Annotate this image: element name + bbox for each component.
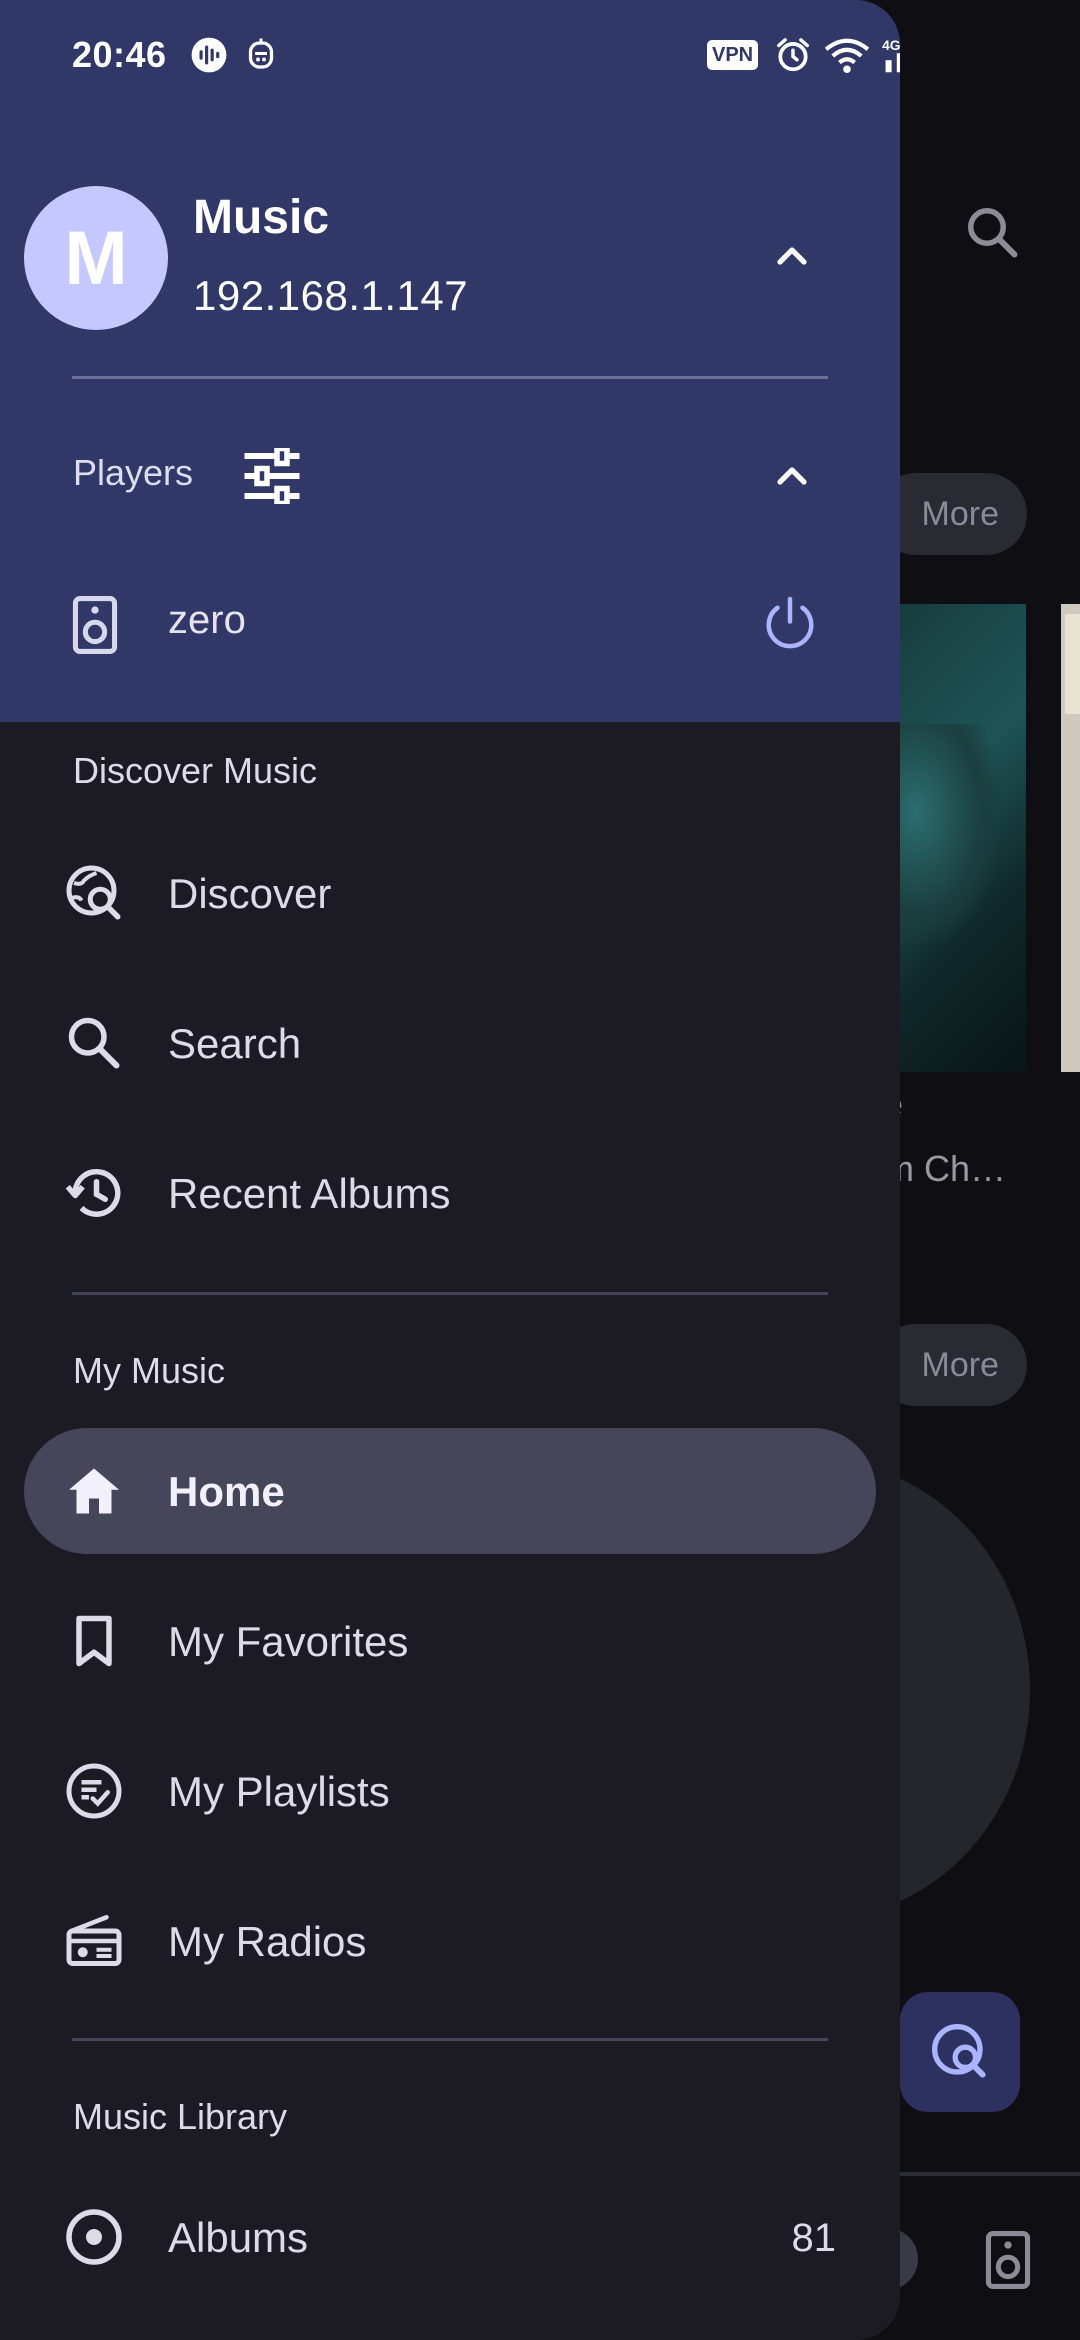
navigation-drawer: 20:46 VPN 4G M Music 192.168.1.147 Playe… — [0, 0, 900, 2340]
speaker-icon — [72, 596, 118, 654]
home-icon — [69, 1468, 119, 1514]
nav-label: My Favorites — [168, 1618, 409, 1665]
drawer-header: 20:46 VPN 4G M Music 192.168.1.147 Playe… — [0, 0, 900, 722]
svg-text:4G: 4G — [882, 37, 900, 53]
nav-item-recent-albums[interactable]: Recent Albums — [24, 1130, 876, 1256]
nav-item-albums[interactable]: Albums 81 — [24, 2174, 876, 2300]
vpn-badge: VPN — [707, 40, 759, 70]
divider — [72, 376, 828, 379]
nav-label: My Playlists — [168, 1768, 390, 1815]
search-icon[interactable] — [962, 202, 1022, 262]
equalizer-settings-icon[interactable] — [242, 448, 302, 504]
status-time: 20:46 — [72, 34, 167, 75]
nav-item-my-playlists[interactable]: My Playlists — [24, 1728, 876, 1854]
history-icon — [65, 1168, 121, 1217]
avatar-letter: M — [64, 215, 128, 301]
nav-item-my-radios[interactable]: My Radios — [24, 1878, 876, 2004]
section-header-music-library: Music Library — [73, 2096, 288, 2137]
chevron-up-icon[interactable] — [768, 232, 816, 280]
album-cover[interactable] — [1061, 604, 1080, 1072]
search-icon — [68, 1017, 120, 1069]
chevron-up-icon[interactable] — [768, 452, 816, 500]
nav-item-discover[interactable]: Discover — [24, 830, 876, 956]
nav-label: Home — [168, 1468, 285, 1515]
nav-label: Search — [168, 1020, 302, 1067]
radio-icon — [66, 1915, 122, 1966]
avatar[interactable]: M — [24, 186, 168, 330]
voice-assistant-icon — [191, 37, 227, 73]
divider — [880, 2172, 1080, 2176]
playlist-check-icon — [66, 1763, 122, 1819]
alarm-icon — [777, 38, 809, 72]
wifi-icon — [824, 38, 870, 74]
cellular-signal-icon: 4G — [882, 37, 900, 73]
discover-icon — [932, 2024, 986, 2078]
album-cover[interactable] — [880, 604, 1026, 1072]
nav-item-my-favorites[interactable]: My Favorites — [24, 1578, 876, 1704]
divider — [72, 2038, 828, 2041]
discover-icon — [66, 865, 121, 920]
account-ip: 192.168.1.147 — [193, 272, 469, 319]
album-icon — [66, 2209, 122, 2265]
power-icon[interactable] — [760, 594, 820, 654]
account-name: Music — [193, 191, 330, 244]
nav-label: Albums — [168, 2214, 309, 2261]
album-count: 81 — [791, 2216, 837, 2260]
player-item[interactable] — [0, 572, 900, 676]
album-artist: m Ch… — [884, 1148, 1007, 1189]
section-header-my-music: My Music — [73, 1350, 225, 1391]
nav-item-search[interactable]: Search — [24, 980, 876, 1106]
nav-label: My Radios — [168, 1918, 367, 1965]
player-name: zero — [168, 598, 246, 642]
bookmark-icon — [76, 1615, 112, 1667]
players-label: Players — [73, 452, 194, 493]
robot-icon — [248, 38, 274, 69]
status-bar: 20:46 VPN 4G — [0, 0, 900, 110]
nav-item-home[interactable]: Home — [24, 1428, 876, 1554]
nav-label: Discover — [168, 870, 332, 917]
divider — [72, 1292, 828, 1295]
discover-fab[interactable] — [900, 1992, 1020, 2112]
nav-label: Recent Albums — [168, 1170, 451, 1217]
section-header-discover: Discover Music — [73, 750, 318, 791]
speaker-icon[interactable] — [985, 2230, 1031, 2290]
